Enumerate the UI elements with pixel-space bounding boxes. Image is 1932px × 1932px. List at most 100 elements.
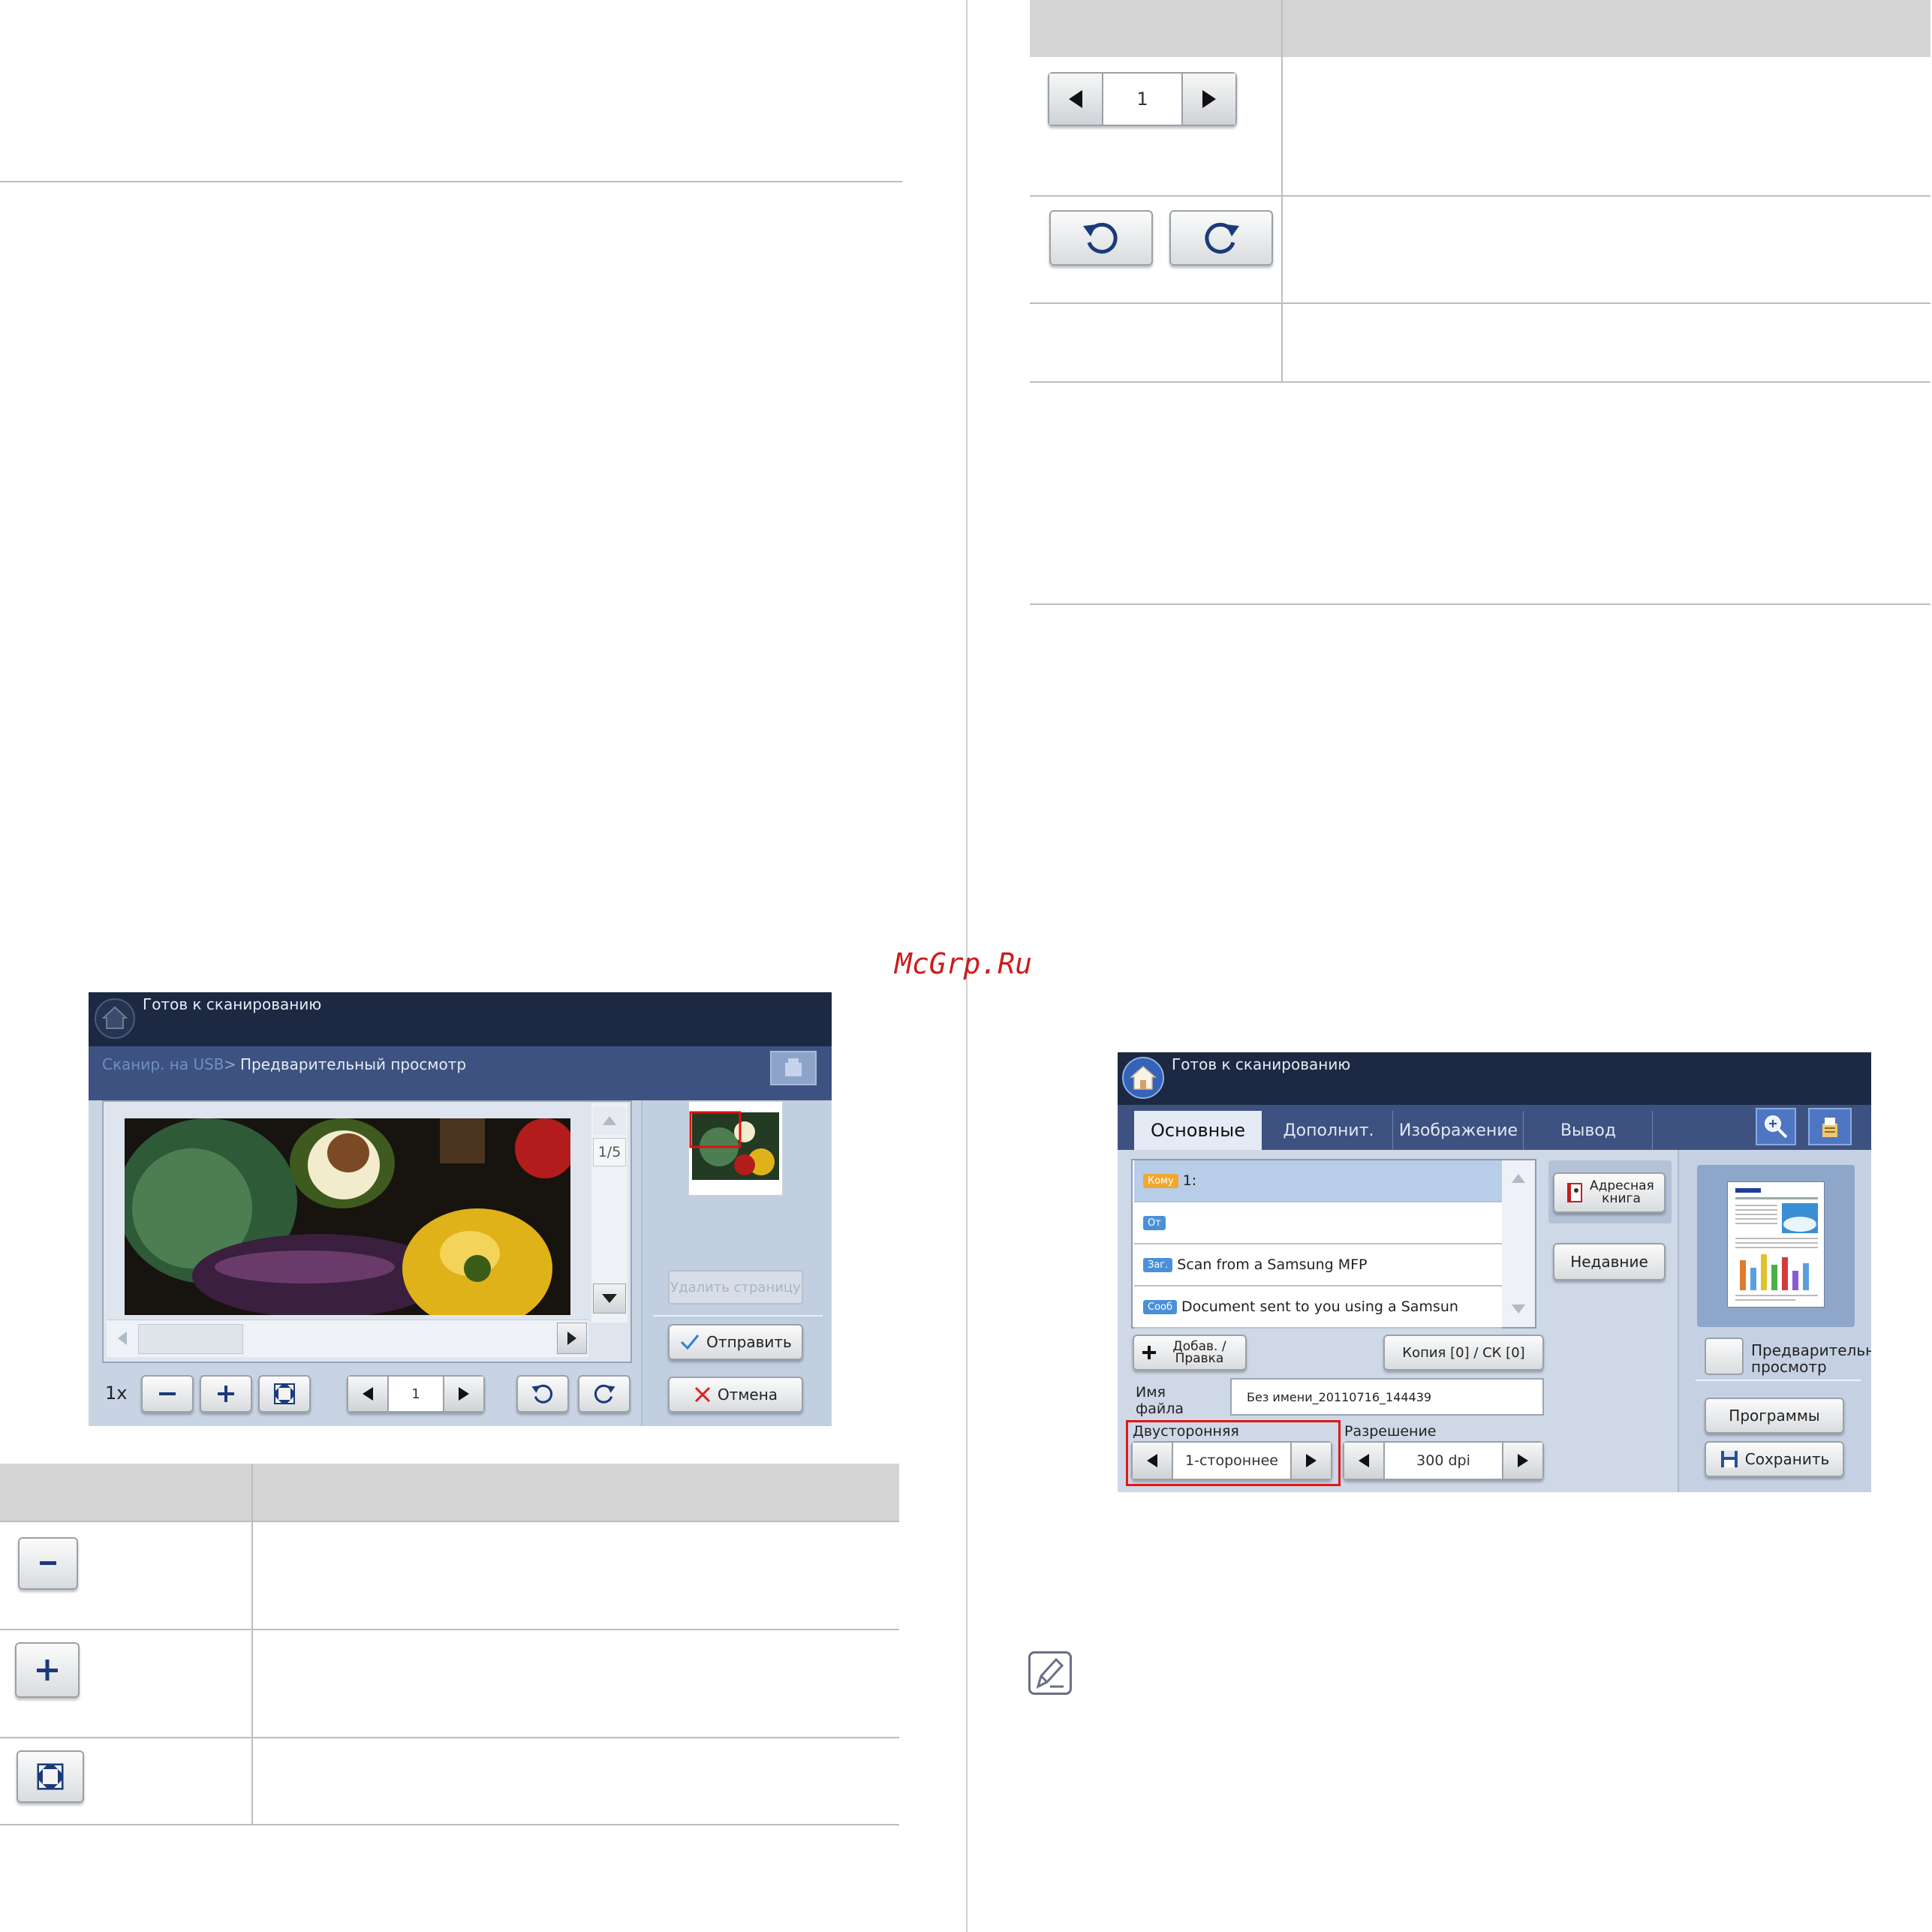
recent-button[interactable]: Недавние bbox=[1553, 1243, 1666, 1280]
zoom-preview-button[interactable] bbox=[1756, 1108, 1796, 1145]
resolution-value: 300 dpi bbox=[1416, 1452, 1470, 1469]
prev-page-icon bbox=[1049, 74, 1103, 125]
prev-page-icon[interactable] bbox=[348, 1377, 389, 1411]
address-book-button[interactable]: Адресная книга bbox=[1553, 1172, 1666, 1213]
to-value: 1: bbox=[1182, 1172, 1197, 1189]
fit-page-button[interactable] bbox=[258, 1375, 311, 1413]
next-page-icon bbox=[1181, 74, 1235, 125]
close-icon bbox=[694, 1386, 710, 1403]
resolution-stepper[interactable]: 300 dpi bbox=[1343, 1441, 1544, 1480]
panel-divider bbox=[653, 1315, 823, 1317]
tab-output[interactable]: Вывод bbox=[1524, 1111, 1653, 1150]
table-header-row bbox=[0, 1464, 899, 1521]
save-label: Сохранить bbox=[1744, 1450, 1830, 1468]
section-divider bbox=[0, 181, 902, 182]
page-counter: 1/5 bbox=[593, 1138, 626, 1166]
table-row-divider bbox=[0, 1521, 899, 1522]
add-edit-button[interactable]: Добав. / Правка bbox=[1133, 1335, 1247, 1371]
preview-label: Предварительный просмотр bbox=[1751, 1341, 1871, 1376]
message-tag: Сооб bbox=[1143, 1299, 1178, 1314]
cancel-button[interactable]: Отмена bbox=[668, 1377, 803, 1413]
table-row-divider bbox=[0, 1737, 899, 1738]
address-book-icon bbox=[1567, 1183, 1582, 1202]
scroll-up-icon[interactable] bbox=[1503, 1163, 1533, 1193]
scan-settings-screen: Готов к сканированию Основные Дополнит. … bbox=[1118, 1052, 1871, 1492]
breadcrumb-separator: > bbox=[224, 1055, 236, 1073]
plus-icon bbox=[218, 1386, 234, 1402]
subject-tag: Заг. bbox=[1143, 1257, 1173, 1272]
fit-screen-icon bbox=[274, 1383, 295, 1404]
duplex-highlight bbox=[1126, 1420, 1341, 1486]
section-divider bbox=[1030, 603, 1930, 605]
rotate-left-button[interactable] bbox=[516, 1375, 569, 1413]
table-row-divider bbox=[1030, 195, 1930, 197]
programs-button[interactable]: Программы bbox=[1705, 1398, 1844, 1434]
scroll-down-icon[interactable] bbox=[593, 1283, 626, 1314]
page-thumbnail[interactable] bbox=[688, 1100, 784, 1196]
page-stepper-sample: 1 bbox=[1048, 72, 1237, 126]
cancel-label: Отмена bbox=[717, 1386, 778, 1404]
rotate-left-icon bbox=[1049, 210, 1153, 266]
subject-value: Scan from a Samsung MFP bbox=[1177, 1256, 1368, 1273]
scroll-down-icon[interactable] bbox=[1503, 1294, 1533, 1324]
to-tag: Кому bbox=[1143, 1173, 1178, 1188]
rotate-right-icon bbox=[1169, 210, 1273, 266]
plus-icon bbox=[1142, 1346, 1156, 1359]
page-number: 1 bbox=[1136, 89, 1148, 110]
page-number: 1 bbox=[411, 1386, 420, 1402]
scroll-up-icon[interactable] bbox=[593, 1106, 626, 1135]
rotate-right-button[interactable] bbox=[578, 1375, 630, 1413]
from-row[interactable]: От bbox=[1134, 1202, 1502, 1244]
delete-page-button[interactable]: Удалить страницу bbox=[668, 1270, 803, 1305]
scroll-right-icon[interactable] bbox=[557, 1323, 587, 1354]
panel-divider bbox=[1696, 1380, 1861, 1381]
scroll-thumb[interactable] bbox=[138, 1324, 243, 1354]
save-button[interactable]: Сохранить bbox=[1705, 1441, 1844, 1477]
subject-row[interactable]: Заг. Scan from a Samsung MFP bbox=[1134, 1244, 1502, 1286]
from-tag: От bbox=[1143, 1215, 1166, 1230]
zoom-in-button[interactable] bbox=[200, 1375, 252, 1413]
job-status-button[interactable] bbox=[1808, 1108, 1852, 1145]
breadcrumb-bar bbox=[89, 1046, 832, 1100]
message-row[interactable]: Сооб Document sent to you using a Samsun bbox=[1134, 1286, 1502, 1329]
send-label: Отправить bbox=[706, 1333, 792, 1351]
resolution-prev-icon[interactable] bbox=[1344, 1443, 1385, 1479]
send-button[interactable]: Отправить bbox=[668, 1324, 803, 1360]
preview-checkbox[interactable] bbox=[1705, 1338, 1744, 1375]
table-column-separator bbox=[251, 1464, 253, 1825]
table-row-divider bbox=[0, 1629, 899, 1630]
filename-field[interactable]: Без имени_20110716_144439 bbox=[1230, 1378, 1544, 1416]
page-stepper[interactable]: 1 bbox=[347, 1375, 485, 1413]
resolution-next-icon[interactable] bbox=[1502, 1443, 1542, 1479]
tab-advanced[interactable]: Дополнит. bbox=[1265, 1111, 1393, 1150]
rotate-right-icon bbox=[594, 1384, 615, 1404]
status-text: Готов к сканированию bbox=[1172, 1055, 1351, 1073]
home-icon[interactable] bbox=[95, 998, 135, 1039]
tab-basic[interactable]: Основные bbox=[1134, 1111, 1262, 1150]
fit-screen-icon bbox=[17, 1750, 84, 1803]
breadcrumb-parent[interactable]: Сканир. на USB bbox=[102, 1055, 224, 1073]
scroll-left-icon[interactable] bbox=[111, 1324, 134, 1353]
copy-bcc-button[interactable]: Копия [0] / СК [0] bbox=[1383, 1335, 1544, 1371]
minus-icon bbox=[159, 1392, 176, 1395]
zoom-out-button[interactable] bbox=[141, 1375, 194, 1413]
table-header-row bbox=[1030, 0, 1930, 57]
table-row-divider bbox=[1030, 302, 1930, 304]
filename-label: Имя файла bbox=[1136, 1384, 1184, 1417]
magnifier-icon bbox=[1765, 1115, 1788, 1139]
breadcrumb-current: Предварительный просмотр bbox=[240, 1055, 467, 1073]
minus-icon bbox=[18, 1537, 78, 1590]
table-row-divider bbox=[0, 1824, 899, 1825]
rotate-left-icon bbox=[531, 1384, 553, 1404]
to-row[interactable]: Кому 1: bbox=[1134, 1160, 1502, 1202]
job-status-button[interactable] bbox=[770, 1051, 817, 1085]
table-column-separator bbox=[1281, 0, 1283, 381]
scanned-image-preview bbox=[125, 1118, 570, 1315]
tab-image[interactable]: Изображение bbox=[1394, 1111, 1524, 1150]
address-book-label: Адресная книга bbox=[1590, 1178, 1654, 1206]
watermark-text: McGrp.Ru bbox=[895, 947, 1033, 980]
add-edit-label: Добав. / Правка bbox=[1172, 1339, 1226, 1366]
next-page-icon[interactable] bbox=[443, 1377, 483, 1411]
home-icon[interactable] bbox=[1122, 1057, 1164, 1099]
plus-icon bbox=[15, 1642, 80, 1698]
